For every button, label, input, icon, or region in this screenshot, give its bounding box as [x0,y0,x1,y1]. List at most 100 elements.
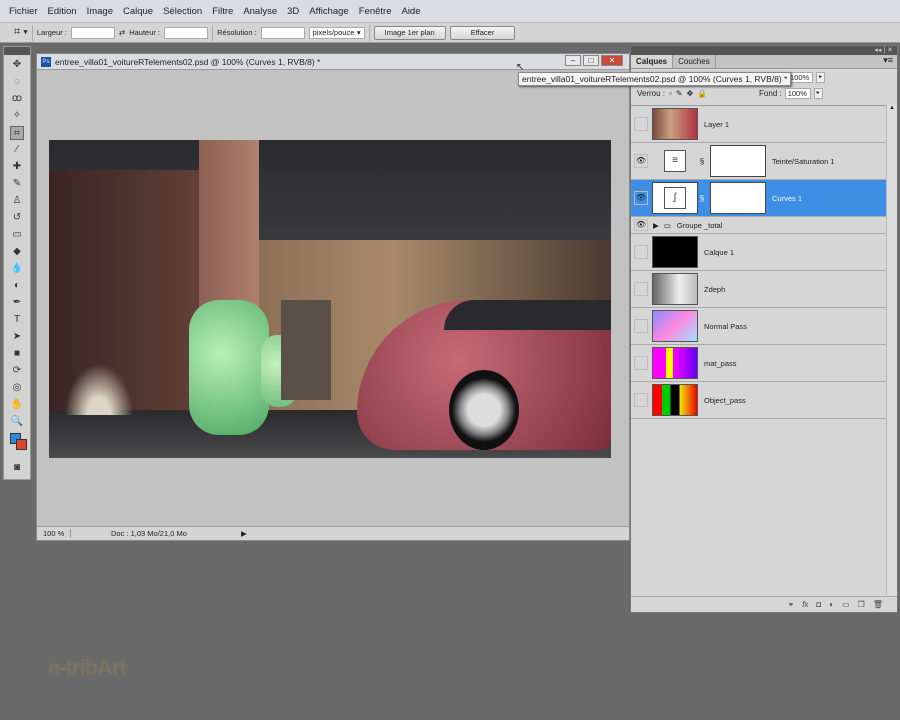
document-title-bar[interactable]: Ps entree_villa01_voitureRTelements02.ps… [37,54,629,70]
green-sculpture [189,300,269,435]
group-row[interactable]: 👁 ▶ ▭ Groupe _total [631,217,887,234]
resolution-input[interactable] [260,26,305,39]
layer-thumbnail [652,108,698,140]
visibility-toggle[interactable] [634,245,648,259]
path-selection-icon[interactable]: ➤ [10,330,24,344]
background-color[interactable] [16,439,27,450]
clone-stamp-icon[interactable]: ♙ [10,194,24,208]
menu-3d[interactable]: 3D [282,6,304,17]
height-input[interactable] [164,26,209,39]
eyedropper-icon[interactable]: ⁄ [10,143,24,157]
dodge-icon[interactable]: ◐ [10,279,24,293]
visibility-toggle[interactable] [634,282,648,296]
layer-row[interactable]: Layer 1 [631,106,887,143]
lock-label: Verrou : [637,88,666,98]
zoom-level[interactable]: 100 % [37,529,71,538]
link-layers-icon[interactable]: ⚭ [787,600,794,609]
maximize-button[interactable]: □ [583,55,599,66]
toolbox-header[interactable] [4,47,30,55]
menu-fenetre[interactable]: Fenêtre [354,6,397,17]
lasso-tool-icon[interactable]: ꝏ [10,92,24,106]
eye-icon[interactable]: 👁 [634,154,648,168]
swap-icon[interactable]: ⇄ [119,28,125,37]
pen-icon[interactable]: ✒ [10,296,24,310]
3d-rotate-icon[interactable]: ⟳ [10,364,24,378]
menu-fichier[interactable]: Fichier [4,6,43,17]
front-image-button[interactable]: Image 1er plan [373,25,446,40]
lock-all-icon[interactable]: 🔒 [697,89,707,98]
color-swatches[interactable] [8,433,27,457]
new-group-icon[interactable]: ▭ [842,600,850,609]
fill-input[interactable]: 100% [784,87,811,99]
curves-icon: ∫ [652,182,698,214]
lock-position-icon[interactable]: ✥ [687,89,694,98]
lock-transparency-icon[interactable]: ▫ [669,89,672,98]
brush-icon[interactable]: ✎ [10,177,24,191]
paint-bucket-icon[interactable]: ◆ [10,245,24,259]
menu-image[interactable]: Image [82,6,118,17]
new-layer-icon[interactable]: ❐ [858,600,865,609]
crop-tool-icon[interactable]: ⌗ ▾ [14,26,28,39]
layer-mask[interactable] [710,145,766,177]
zoom-icon[interactable]: 🔍 [10,415,24,429]
eye-icon[interactable]: 👁 [634,191,648,205]
minimize-button[interactable]: – [565,55,581,66]
fx-icon[interactable]: fx [802,600,808,609]
menu-filtre[interactable]: Filtre [207,6,238,17]
crop-tool-icon[interactable]: ⌗ [10,126,24,140]
layer-row-selected[interactable]: 👁 ∫ § Curves 1 [631,180,887,217]
unit-select[interactable]: pixels/pouce ▾ [308,26,365,39]
menu-selection[interactable]: Sélection [158,6,207,17]
panel-header[interactable]: ◂◂ | ✕ [631,46,897,55]
history-brush-icon[interactable]: ↺ [10,211,24,225]
status-arrow-icon[interactable]: ▶ [241,529,247,538]
close-button[interactable]: ✕ [601,55,623,66]
hand-icon[interactable]: ✋ [10,398,24,412]
visibility-toggle[interactable] [634,393,648,407]
layer-mask[interactable] [710,182,766,214]
eye-icon[interactable]: 👁 [634,219,648,231]
menu-edition[interactable]: Edition [43,6,82,17]
quick-mask-icon[interactable]: ◙ [10,461,24,475]
chevron-down-icon: ▾ [356,28,361,37]
layer-row[interactable]: 👁 ≡ § Teinte/Saturation 1 [631,143,887,180]
resolution-label: Résolution : [217,28,257,37]
rectangle-tool-icon[interactable]: ■ [10,347,24,361]
fill-slider-button[interactable]: ▸ [813,87,823,99]
layer-row[interactable]: Normal Pass [631,308,887,345]
opacity-slider-button[interactable]: ▸ [816,71,825,83]
adjustment-layer-icon[interactable]: ◐ [829,600,834,609]
tab-calques[interactable]: Calques [631,55,674,68]
layer-name: Curves 1 [772,193,803,203]
eraser-icon[interactable]: ▭ [10,228,24,242]
canvas-image[interactable] [49,140,611,458]
move-tool-icon[interactable]: ✥ [10,58,24,72]
width-input[interactable] [70,26,115,39]
layer-row[interactable]: mat_pass [631,345,887,382]
visibility-toggle[interactable] [634,356,648,370]
clear-button[interactable]: Effacer [449,25,516,40]
visibility-toggle[interactable] [634,117,648,131]
tab-couches[interactable]: Couches [673,55,716,68]
healing-brush-icon[interactable]: ✚ [10,160,24,174]
magic-wand-icon[interactable]: ✧ [10,109,24,123]
menu-affichage[interactable]: Affichage [304,6,353,17]
menu-analyse[interactable]: Analyse [238,6,282,17]
3d-orbit-icon[interactable]: ◎ [10,381,24,395]
blur-icon[interactable]: 💧 [10,262,24,276]
panel-menu-icon[interactable]: ▾≡ [716,55,897,68]
menu-aide[interactable]: Aide [396,6,425,17]
layer-row[interactable]: Object_pass [631,382,887,419]
layer-row[interactable]: Zdeph [631,271,887,308]
add-mask-icon[interactable]: ◘ [816,600,821,609]
expand-arrow-icon[interactable]: ▶ [653,221,659,230]
trash-icon[interactable]: 🗑 [873,600,883,609]
visibility-toggle[interactable] [634,319,648,333]
layers-scrollbar[interactable]: ▲ [886,105,897,595]
marquee-tool-icon[interactable]: ◌ [10,75,24,89]
type-tool-icon[interactable]: T [10,313,24,327]
menu-calque[interactable]: Calque [118,6,158,17]
panel-bottom-bar: ⚭ fx ◘ ◐ ▭ ❐ 🗑 [631,596,897,612]
lock-pixels-icon[interactable]: ✎ [676,89,683,98]
layer-row[interactable]: Calque 1 [631,234,887,271]
